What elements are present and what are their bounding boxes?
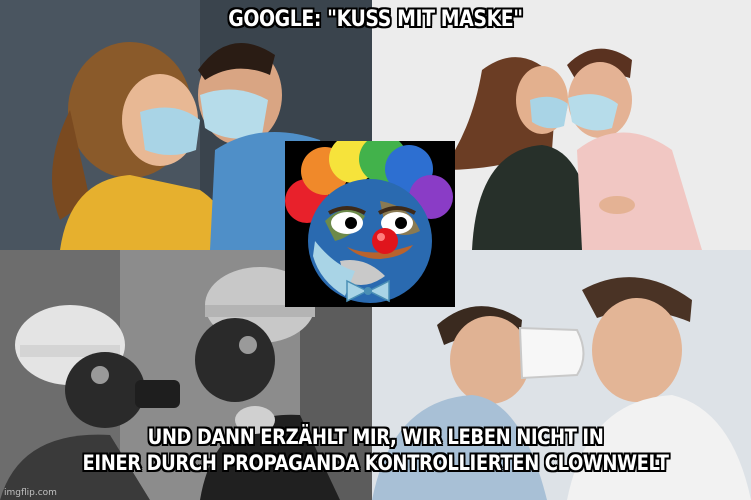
bottom-caption-line-1: UND DANN ERZÄHLT MIR, WIR LEBEN NICHT IN [147,425,604,449]
top-caption: GOOGLE: "KUSS MIT MASKE" [228,7,523,32]
bottom-caption: UND DANN ERZÄHLT MIR, WIR LEBEN NICHT IN… [53,424,699,476]
clown-earth-drawing [285,141,455,307]
watermark: imgflip.com [4,488,57,498]
bottom-caption-line-2: EINER DURCH PROPAGANDA KONTROLLIERTEN CL… [82,451,669,475]
meme-image: GOOGLE: "KUSS MIT MASKE" UND DANN ERZÄHL… [0,0,751,500]
clown-earth-icon [285,141,455,307]
